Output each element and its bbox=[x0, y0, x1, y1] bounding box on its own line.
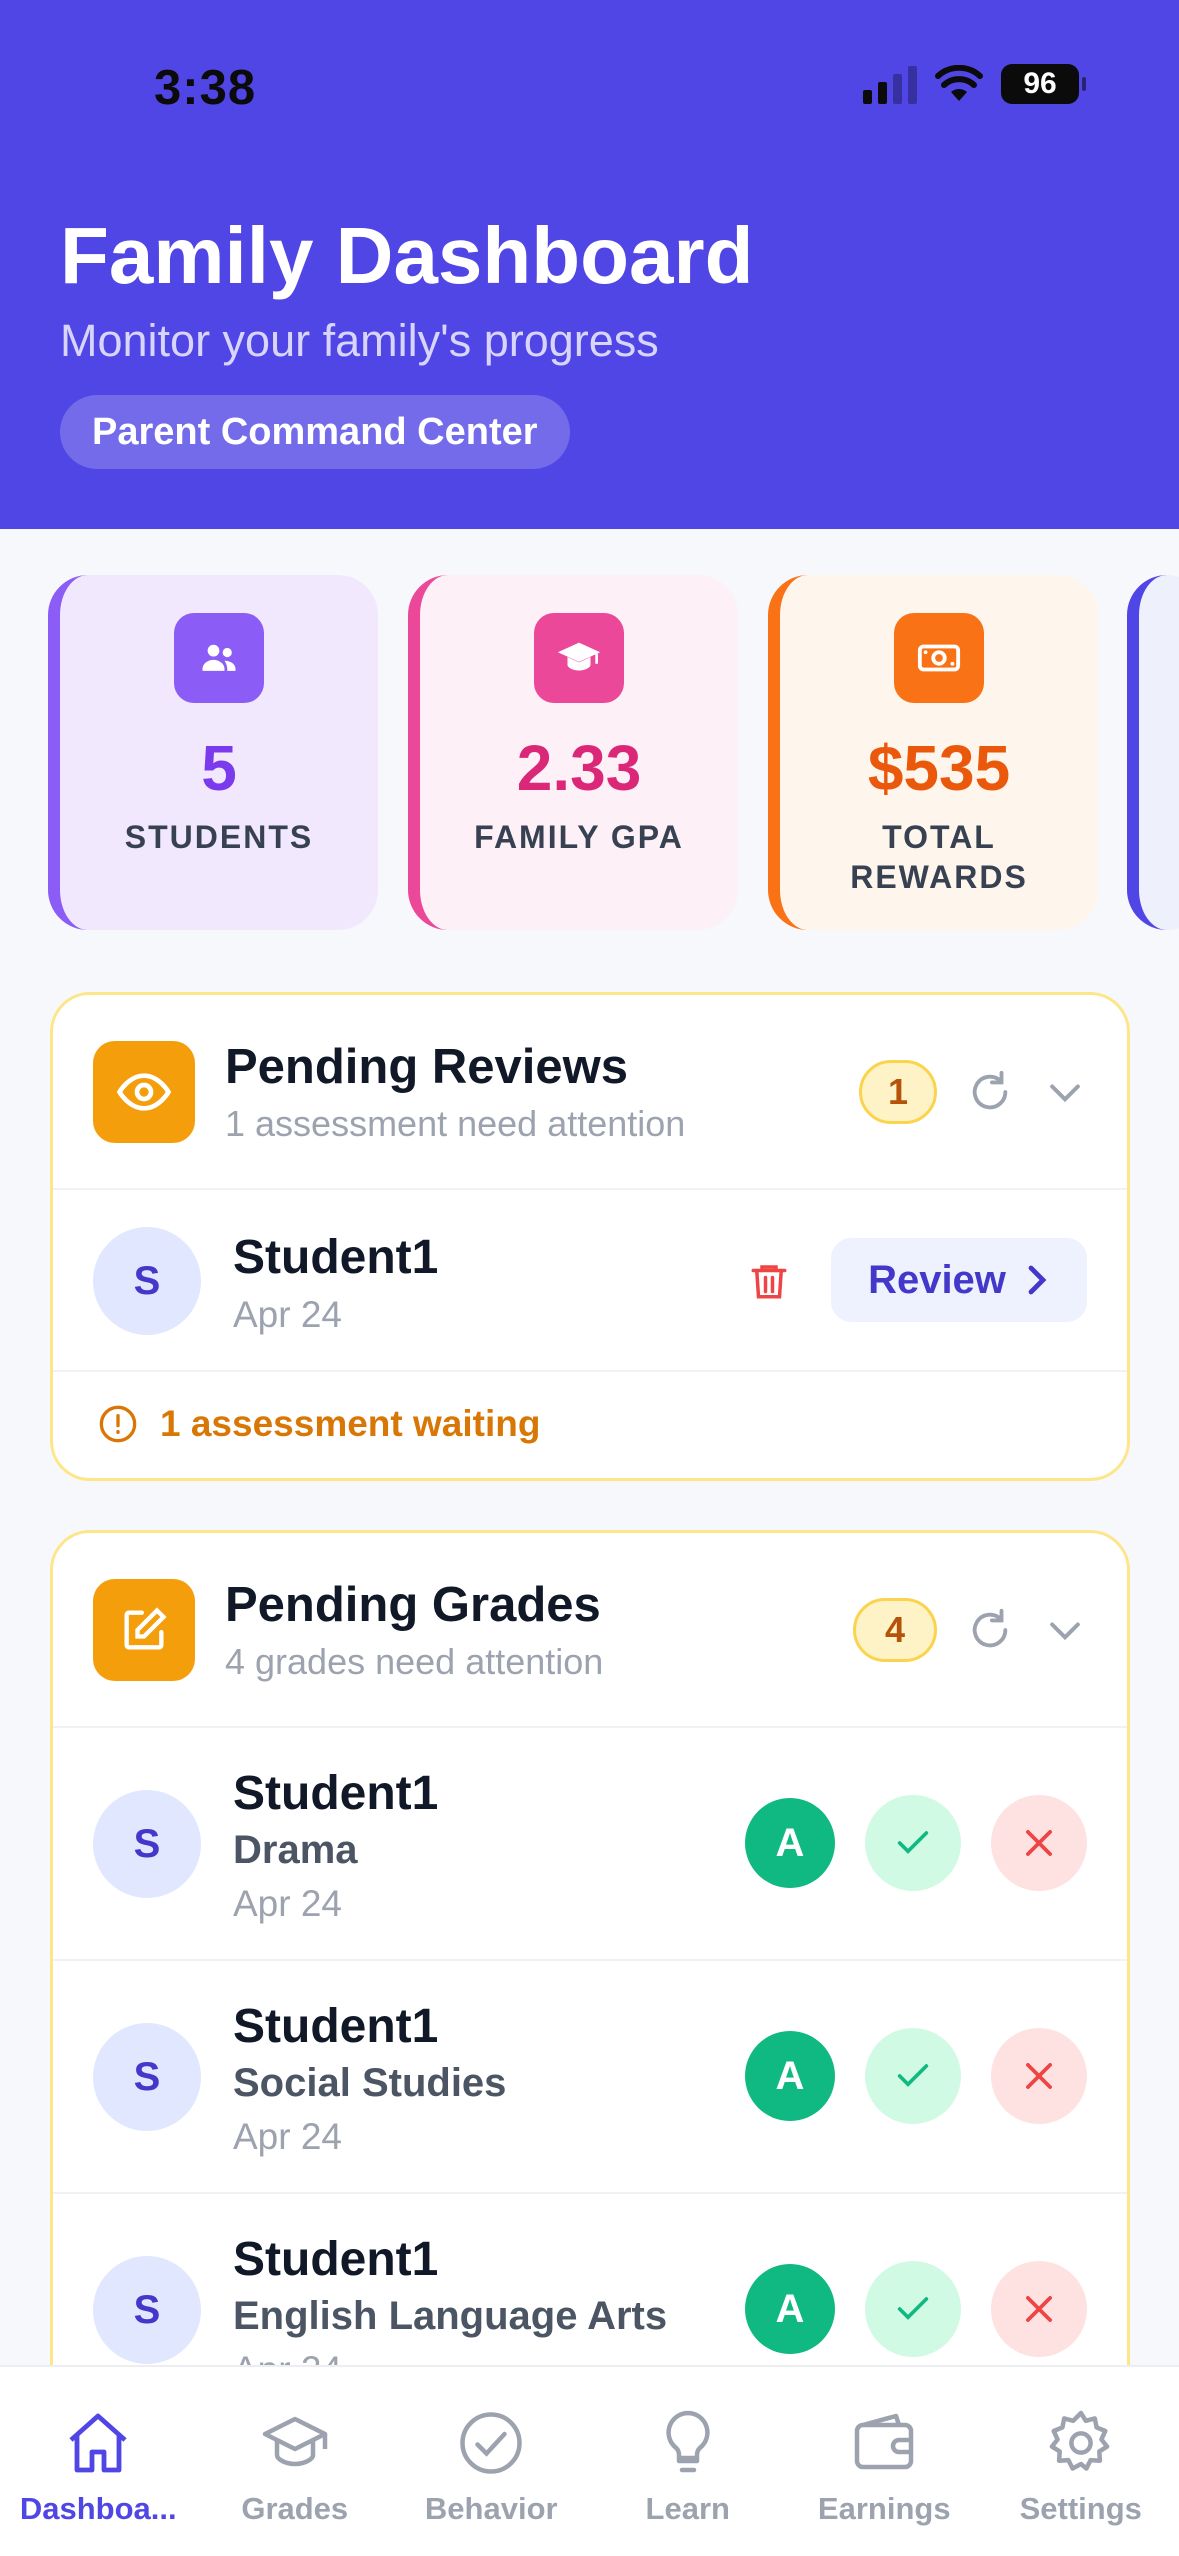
stat-label-line: REWARDS bbox=[850, 859, 1028, 895]
refresh-icon[interactable] bbox=[967, 1069, 1013, 1115]
close-icon bbox=[1026, 2063, 1052, 2089]
tab-earnings[interactable]: Earnings bbox=[786, 2367, 983, 2556]
grade-row[interactable]: S Student1 Drama Apr 24 A bbox=[53, 1728, 1127, 1961]
tab-learn[interactable]: Learn bbox=[590, 2367, 787, 2556]
student-name: Student1 bbox=[233, 2233, 439, 2286]
avatar: S bbox=[93, 1790, 201, 1898]
status-time: 3:38 bbox=[154, 61, 257, 115]
stat-label: STUDENTS bbox=[124, 819, 314, 855]
alert-circle-icon bbox=[99, 1405, 137, 1443]
stat-card-students[interactable]: 5 STUDENTS bbox=[48, 575, 378, 930]
pending-grades-header[interactable]: Pending Grades 4 grades need attention 4 bbox=[53, 1533, 1127, 1728]
tab-label: Earnings bbox=[817, 2491, 951, 2526]
role-pill: Parent Command Center bbox=[60, 395, 570, 469]
check-icon bbox=[897, 2297, 929, 2320]
reject-button[interactable] bbox=[991, 2261, 1087, 2357]
trash-icon[interactable] bbox=[748, 1258, 790, 1304]
grade-date: Apr 24 bbox=[233, 2116, 343, 2157]
header: 3:38 96 Family Dashboard Monitor your fa… bbox=[0, 0, 1179, 529]
panel-subtitle: 4 grades need attention bbox=[225, 1640, 604, 1682]
cellular-signal-icon bbox=[863, 64, 917, 104]
refresh-icon[interactable] bbox=[967, 1607, 1013, 1653]
money-icon bbox=[894, 613, 984, 703]
close-icon bbox=[1026, 1830, 1052, 1856]
chevron-right-icon bbox=[1028, 1265, 1047, 1295]
graduation-cap-icon bbox=[534, 613, 624, 703]
tab-bar: Dashboa... Grades Behavior Learn Earning… bbox=[0, 2365, 1179, 2556]
stat-value: 5 bbox=[201, 732, 237, 804]
eye-icon bbox=[93, 1040, 195, 1143]
stat-value: $535 bbox=[867, 732, 1011, 804]
reject-button[interactable] bbox=[991, 1795, 1087, 1891]
review-button[interactable]: Review bbox=[831, 1238, 1087, 1322]
edit-icon bbox=[93, 1578, 195, 1681]
chevron-down-icon[interactable] bbox=[1043, 1608, 1087, 1652]
stat-card-gpa[interactable]: 2.33 FAMILY GPA bbox=[408, 575, 738, 930]
tab-label: Settings bbox=[1019, 2491, 1142, 2526]
grade-letter[interactable]: A bbox=[745, 2031, 835, 2121]
grade-row[interactable]: S Student1 Social Studies Apr 24 A bbox=[53, 1961, 1127, 2194]
student-name: Student1 bbox=[233, 2000, 439, 2053]
tab-label: Behavior bbox=[424, 2491, 558, 2526]
subject: Social Studies bbox=[233, 2061, 507, 2105]
reject-button[interactable] bbox=[991, 2028, 1087, 2124]
chevron-down-icon[interactable] bbox=[1043, 1070, 1087, 1114]
waiting-notice: 1 assessment waiting bbox=[53, 1372, 1127, 1476]
users-icon bbox=[174, 613, 264, 703]
student-name: Student1 bbox=[233, 1767, 439, 1820]
panel-title: Pending Reviews bbox=[225, 1039, 629, 1094]
stat-value: 2.33 bbox=[516, 732, 642, 804]
tab-grades[interactable]: Grades bbox=[197, 2367, 394, 2556]
wallet-icon bbox=[855, 2413, 914, 2470]
waiting-text: 1 assessment waiting bbox=[160, 1403, 541, 1444]
review-row[interactable]: S Student1 Apr 24 Review bbox=[53, 1190, 1127, 1372]
approve-button[interactable] bbox=[865, 2028, 961, 2124]
tab-behavior[interactable]: Behavior bbox=[393, 2367, 590, 2556]
close-icon bbox=[1026, 2296, 1052, 2322]
home-icon bbox=[69, 2413, 127, 2473]
panel-subtitle: 1 assessment need attention bbox=[225, 1102, 686, 1144]
subject: Drama bbox=[233, 1828, 358, 1872]
grade-letter[interactable]: A bbox=[745, 2264, 835, 2354]
grade-letter[interactable]: A bbox=[745, 1798, 835, 1888]
avatar: S bbox=[93, 1227, 201, 1335]
stat-label: TOTAL REWARDS bbox=[850, 817, 1028, 897]
count-badge: 1 bbox=[859, 1059, 937, 1124]
stat-card-rewards[interactable]: $535 TOTAL REWARDS bbox=[768, 575, 1098, 930]
pending-grades-panel: Pending Grades 4 grades need attention 4… bbox=[50, 1530, 1130, 2430]
tab-settings[interactable]: Settings bbox=[983, 2367, 1179, 2556]
avatar: S bbox=[93, 2256, 201, 2364]
check-icon bbox=[897, 2064, 929, 2087]
pending-reviews-header[interactable]: Pending Reviews 1 assessment need attent… bbox=[53, 995, 1127, 1190]
stat-card-next[interactable] bbox=[1127, 575, 1179, 930]
check-icon bbox=[897, 1831, 929, 1854]
gear-icon bbox=[1049, 2410, 1110, 2471]
review-date: Apr 24 bbox=[233, 1294, 343, 1335]
page-subtitle: Monitor your family's progress bbox=[60, 315, 659, 366]
page-title: Family Dashboard bbox=[60, 211, 754, 300]
tab-label: Dashboa... bbox=[19, 2491, 177, 2526]
wifi-icon bbox=[935, 65, 983, 101]
subject: English Language Arts bbox=[233, 2294, 668, 2338]
stat-label-line: TOTAL bbox=[882, 819, 996, 855]
grade-date: Apr 24 bbox=[233, 1883, 343, 1924]
review-button-label: Review bbox=[868, 1257, 1006, 1302]
count-badge: 4 bbox=[853, 1597, 937, 1662]
stats-row[interactable]: 5 STUDENTS 2.33 FAMILY GPA $535 TOTAL RE… bbox=[48, 575, 1098, 930]
panel-title: Pending Grades bbox=[225, 1577, 601, 1632]
student-name: Student1 bbox=[233, 1231, 439, 1284]
tab-label: Learn bbox=[645, 2491, 730, 2526]
tab-dashboard[interactable]: Dashboa... bbox=[0, 2367, 197, 2556]
battery-indicator: 96 bbox=[1001, 64, 1086, 104]
avatar: S bbox=[93, 2023, 201, 2131]
approve-button[interactable] bbox=[865, 2261, 961, 2357]
lightbulb-icon bbox=[666, 2410, 710, 2473]
approve-button[interactable] bbox=[865, 1795, 961, 1891]
status-icons: 96 bbox=[863, 64, 1086, 104]
check-circle-icon bbox=[460, 2412, 522, 2474]
graduation-cap-icon bbox=[262, 2416, 327, 2467]
stat-label: FAMILY GPA bbox=[474, 819, 684, 855]
pending-reviews-panel: Pending Reviews 1 assessment need attent… bbox=[50, 992, 1130, 1481]
tab-label: Grades bbox=[241, 2491, 349, 2526]
